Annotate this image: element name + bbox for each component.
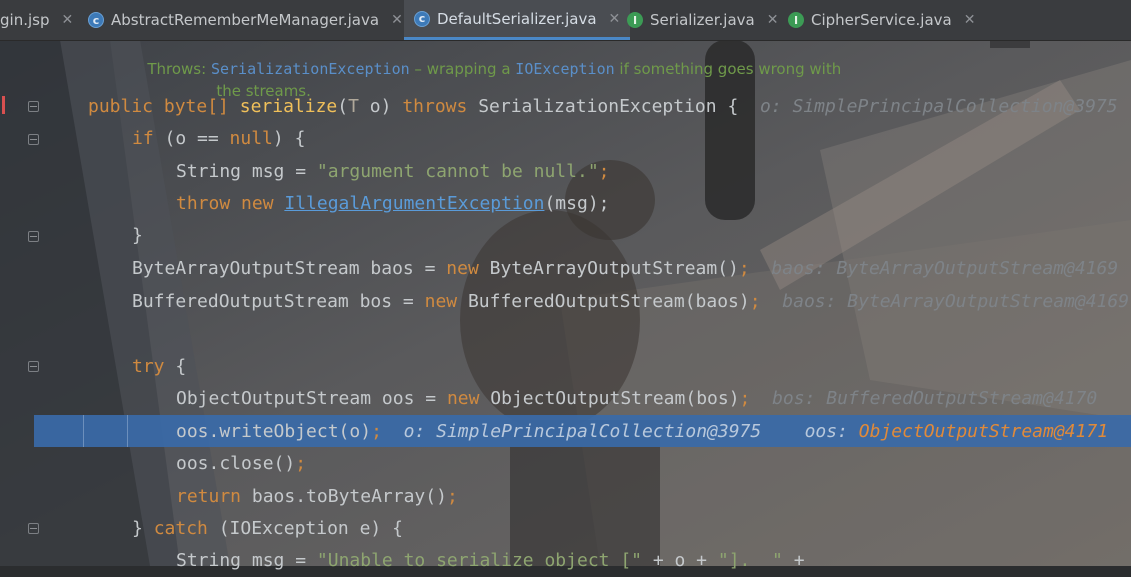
code-text: oos.close(): [176, 453, 296, 474]
code-text: ByteArrayOutputStream baos =: [132, 258, 447, 279]
code-text: String msg =: [176, 161, 317, 182]
tab-abstract-remember-me-manager[interactable]: c AbstractRememberMeManager.java ✕: [88, 0, 403, 40]
code-text: {: [164, 356, 187, 377]
inline-debug-value: o: SimplePrincipalCollection@3975: [759, 96, 1118, 117]
code-text: baos.toByteArray(): [241, 486, 447, 507]
code-line: oos.close();: [176, 448, 1131, 480]
code-text: ;: [598, 161, 610, 182]
code-text: ByteArrayOutputStream(): [478, 258, 739, 279]
close-icon[interactable]: ✕: [61, 12, 73, 28]
code-text: ;: [739, 388, 751, 409]
code-text: }: [132, 518, 154, 539]
keyword: new: [230, 193, 285, 214]
method-name: serialize: [239, 96, 338, 117]
keyword: new: [424, 291, 458, 312]
abstract-class-icon: c: [88, 12, 104, 28]
code-line: ByteArrayOutputStream baos = new ByteArr…: [132, 253, 1131, 285]
code-text: (: [337, 96, 349, 117]
type-param: T: [348, 96, 359, 117]
code-line: throw new IllegalArgumentException(msg);: [176, 188, 1131, 220]
tab-label: DefaultSerializer.java: [437, 9, 597, 28]
code-text: SerializationException {: [467, 96, 739, 117]
interface-icon: I: [788, 12, 804, 28]
tab-serializer[interactable]: I Serializer.java ✕: [627, 0, 778, 40]
tab-label: Serializer.java: [650, 11, 755, 29]
code-text: ;: [446, 486, 458, 507]
code-line: public byte[] serialize(T o) throws Seri…: [88, 91, 1131, 123]
javadoc-line: the streams.: [173, 58, 1131, 100]
keyword: return: [176, 486, 242, 507]
code-line: } catch (IOException e) {: [132, 513, 1131, 545]
code-text: (o ==: [153, 128, 230, 149]
tab-default-serializer[interactable]: c DefaultSerializer.java ✕: [404, 0, 631, 40]
keyword: throw: [176, 193, 231, 214]
inline-debug-value: bos: BufferedOutputStream@4170: [772, 388, 1098, 409]
code-text: String msg =: [176, 550, 317, 571]
code-line: ObjectOutputStream oos = new ObjectOutpu…: [176, 383, 1131, 415]
code-text: ;: [749, 291, 761, 312]
keyword: catch: [153, 518, 208, 539]
code-line: BufferedOutputStream bos = new BufferedO…: [132, 286, 1131, 318]
code-line: return baos.toByteArray();: [176, 481, 1131, 513]
code-line: String msg = "argument cannot be null.";: [176, 156, 1131, 188]
code-line: }: [132, 220, 1131, 252]
inline-debug-value: baos: ByteArrayOutputStream@4169: [782, 291, 1130, 312]
code-text: +: [782, 550, 805, 571]
class-icon: c: [414, 10, 430, 27]
tab-cipher-service[interactable]: I CipherService.java ✕: [788, 0, 975, 40]
keyword: new: [446, 258, 479, 279]
inline-debug-value: baos: ByteArrayOutputStream@4169: [771, 258, 1119, 279]
inline-debug-label: oos:: [804, 421, 859, 442]
keyword: new: [446, 388, 480, 409]
class-link[interactable]: IllegalArgumentException: [284, 193, 544, 214]
string-literal: "]. ": [717, 550, 783, 571]
code-line: if (o == null) {: [132, 123, 1131, 155]
code-text: ;: [295, 453, 307, 474]
editor-tab-bar: gin.jsp ✕ c AbstractRememberMeManager.ja…: [0, 0, 1131, 41]
tab-label: AbstractRememberMeManager.java: [111, 11, 380, 29]
code-text: BufferedOutputStream(baos): [457, 291, 750, 312]
code-text: }: [132, 225, 143, 246]
tab-label: CipherService.java: [811, 11, 952, 29]
interface-icon: I: [627, 12, 643, 28]
keyword: byte[]: [153, 96, 240, 117]
code-line-current: oos.writeObject(o); o: SimplePrincipalCo…: [176, 416, 1131, 448]
string-literal: "Unable to serialize object [": [316, 550, 642, 571]
close-icon[interactable]: ✕: [964, 12, 976, 28]
tab-label: gin.jsp: [0, 11, 50, 29]
keyword: if: [132, 128, 154, 149]
code-text: (IOException e) {: [207, 518, 403, 539]
keyword: try: [132, 356, 165, 377]
inline-debug-value: ObjectOutputStream@4171: [858, 421, 1109, 442]
code-text: ObjectOutputStream(bos): [479, 388, 740, 409]
code-text: ) {: [272, 128, 306, 149]
code-text: + o +: [642, 550, 718, 571]
keyword: null: [229, 128, 273, 149]
code-editor[interactable]: Throws: SerializationException – wrappin…: [0, 40, 1131, 571]
javadoc-line: Throws: SerializationException – wrappin…: [104, 36, 1131, 78]
code-text: (msg);: [544, 193, 610, 214]
code-text: ;: [371, 421, 382, 442]
tab-gin-jsp[interactable]: gin.jsp ✕: [0, 0, 73, 40]
keyword: public: [88, 96, 154, 117]
inline-debug-value: o: SimplePrincipalCollection@3975: [403, 421, 762, 442]
close-icon[interactable]: ✕: [767, 12, 779, 28]
code-text: ObjectOutputStream oos =: [176, 388, 447, 409]
code-text: o): [358, 96, 403, 117]
close-icon[interactable]: ✕: [609, 11, 621, 27]
code-text: oos.writeObject(o): [176, 421, 372, 442]
code-text: BufferedOutputStream bos =: [132, 291, 425, 312]
string-literal: "argument cannot be null.": [316, 161, 599, 182]
close-icon[interactable]: ✕: [391, 12, 403, 28]
code-text: ;: [738, 258, 750, 279]
keyword: throws: [402, 96, 468, 117]
code-line: try {: [132, 351, 1131, 383]
code-line: String msg = "Unable to serialize object…: [176, 545, 1131, 577]
